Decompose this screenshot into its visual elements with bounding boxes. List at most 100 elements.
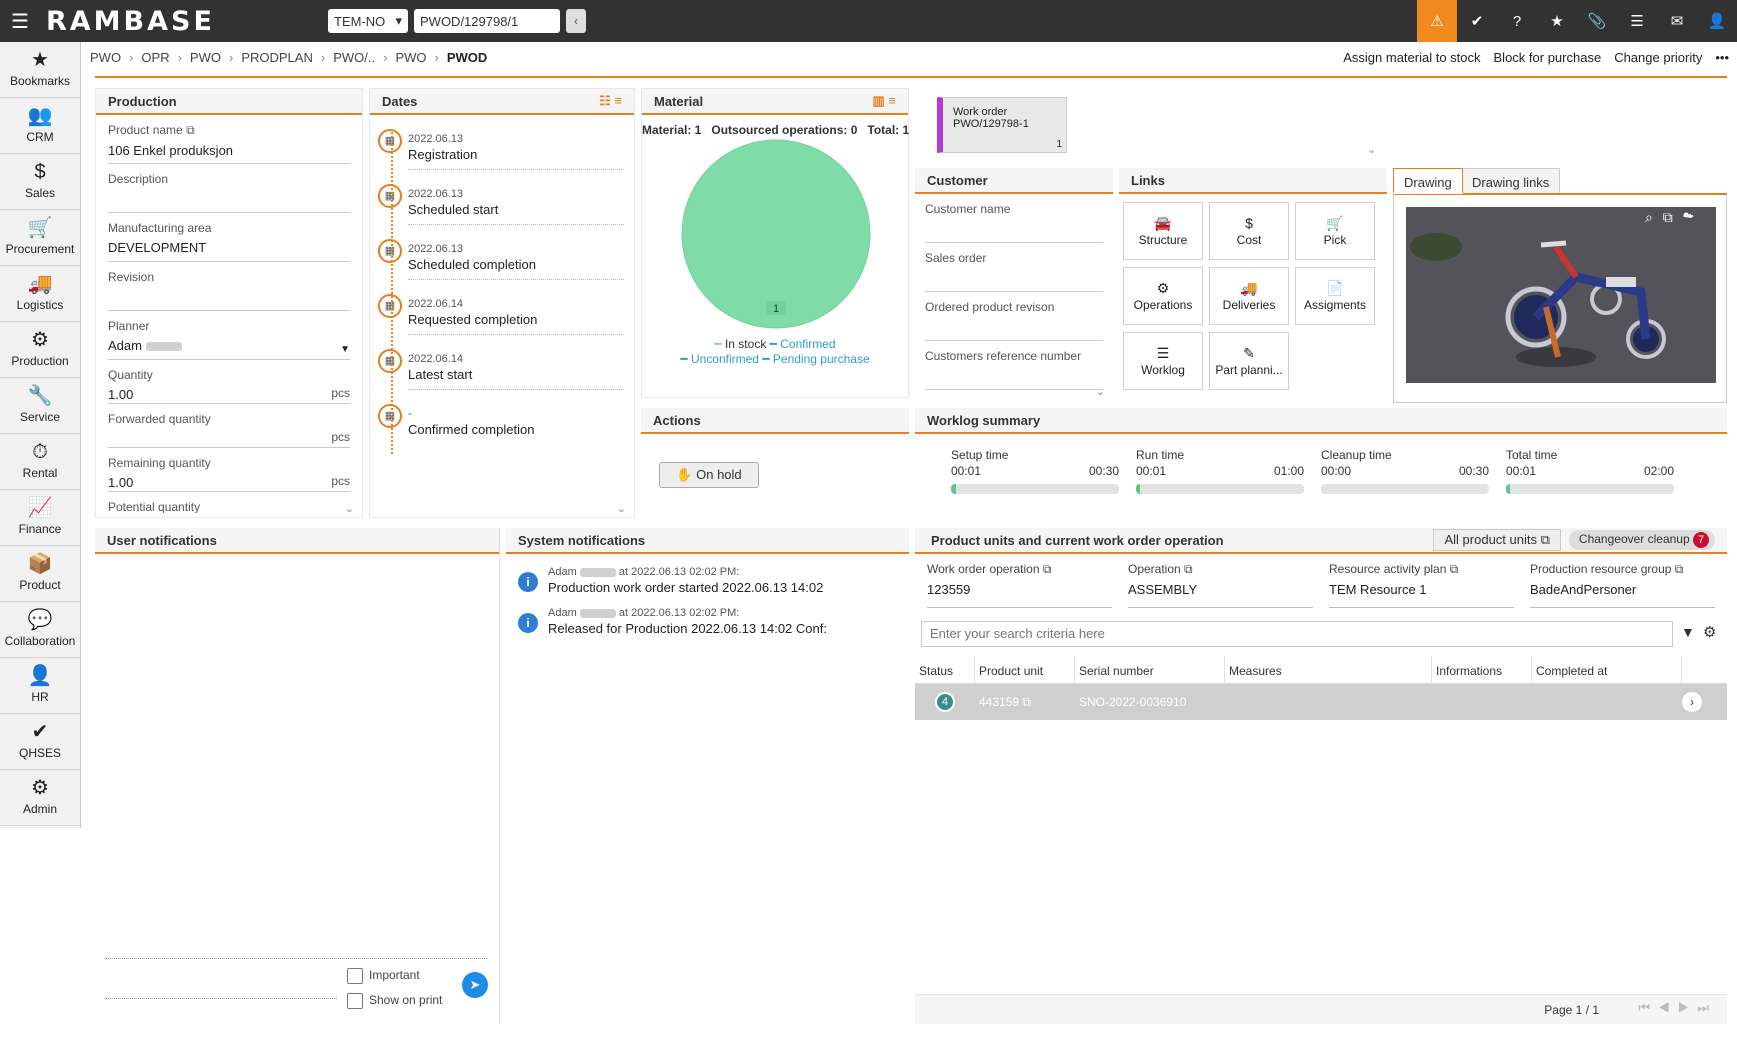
search-input[interactable]: Enter your search criteria here: [921, 621, 1673, 647]
field-remaining-quantity[interactable]: Remaining quantity 1.00 pcs: [108, 448, 350, 492]
company-select[interactable]: TEM-NO ▾: [328, 9, 408, 33]
drawing-image[interactable]: [1406, 207, 1716, 383]
chart-icon[interactable]: ▥ ≡: [873, 93, 896, 109]
on-hold-button[interactable]: ✋ On hold: [659, 462, 759, 488]
sidebar-item-sales[interactable]: $ Sales: [0, 154, 80, 210]
expand-icon[interactable]: ⌄: [1367, 143, 1376, 156]
sidebar-item-service[interactable]: 🔧 Service: [0, 378, 80, 434]
change-priority-button[interactable]: Change priority: [1614, 50, 1702, 65]
first-page-icon[interactable]: ⏮: [1638, 1000, 1658, 1015]
menu-icon[interactable]: ☰: [0, 9, 40, 34]
legend-in-stock[interactable]: In stock: [725, 337, 766, 351]
breadcrumb-item[interactable]: OPR: [141, 50, 169, 65]
checkbox-box[interactable]: [347, 993, 363, 1009]
customer-field[interactable]: Sales order: [925, 243, 1103, 292]
breadcrumb-item[interactable]: PRODPLAN: [241, 50, 313, 65]
message-input[interactable]: [105, 958, 487, 959]
sidebar-item-finance[interactable]: 📈 Finance: [0, 490, 80, 546]
user-icon[interactable]: 👤: [1697, 0, 1737, 42]
prev-page-icon[interactable]: ◀: [1658, 1000, 1678, 1015]
more-icon[interactable]: •••: [1715, 50, 1729, 65]
mail-icon[interactable]: ✉: [1657, 0, 1697, 42]
sidebar-item-production[interactable]: ⚙ Production: [0, 322, 80, 378]
structure-button[interactable]: 🚘 Structure: [1123, 202, 1203, 260]
all-product-units-button[interactable]: All product units ⧉: [1433, 529, 1561, 551]
sidebar-item-logistics[interactable]: 🚚 Logistics: [0, 266, 80, 322]
chevron-right-icon[interactable]: ›: [1682, 692, 1702, 712]
operation-info-field[interactable]: Resource activity plan ⧉ TEM Resource 1: [1329, 562, 1514, 608]
app-logo[interactable]: RAMBASE: [46, 6, 306, 37]
field-revision[interactable]: Revision: [108, 262, 350, 311]
deliveries-button[interactable]: 🚚 Deliveries: [1209, 267, 1289, 325]
operation-info-field[interactable]: Operation ⧉ ASSEMBLY: [1128, 562, 1313, 608]
sidebar-item-qhses[interactable]: ✔ QHSES: [0, 714, 80, 770]
customer-field[interactable]: Customer name: [925, 194, 1103, 243]
field-description[interactable]: Description: [108, 164, 350, 213]
star-icon[interactable]: ★: [1537, 0, 1577, 42]
sidebar-item-bookmarks[interactable]: ★ Bookmarks: [0, 42, 80, 98]
tab-drawing[interactable]: Drawing: [1393, 168, 1463, 194]
operation-info-field[interactable]: Work order operation ⧉ 123559: [927, 562, 1112, 608]
recipient-input[interactable]: [105, 998, 337, 999]
breadcrumb-item[interactable]: PWO: [395, 50, 426, 65]
field-forwarded-quantity[interactable]: Forwarded quantity pcs: [108, 404, 350, 448]
assign-material-button[interactable]: Assign material to stock: [1343, 50, 1480, 65]
block-purchase-button[interactable]: Block for purchase: [1494, 50, 1602, 65]
chevron-down-icon[interactable]: ▼: [340, 344, 350, 355]
sidebar-item-collaboration[interactable]: 💬 Collaboration: [0, 602, 80, 658]
sidebar-item-procurement[interactable]: 🛒 Procurement: [0, 210, 80, 266]
alert-icon[interactable]: ⚠: [1417, 0, 1457, 42]
customer-field[interactable]: Customers reference number: [925, 341, 1103, 390]
changeover-cleanup-button[interactable]: Changeover cleanup 7: [1568, 530, 1715, 550]
breadcrumb-item[interactable]: PWOD: [447, 50, 487, 65]
back-button[interactable]: ‹: [566, 9, 586, 33]
open-external-icon[interactable]: ⧉: [186, 123, 195, 137]
column-header[interactable]: Measures: [1225, 656, 1432, 683]
open-external-icon[interactable]: ⧉: [1450, 562, 1459, 576]
list-icon[interactable]: ☰: [1617, 0, 1657, 42]
sidebar-item-product[interactable]: 📦 Product: [0, 546, 80, 602]
help-icon[interactable]: ?: [1497, 0, 1537, 42]
assigments-button[interactable]: 📄 Assigments: [1295, 267, 1375, 325]
field-product-name[interactable]: Product name ⧉ 106 Enkel produksjon: [108, 115, 350, 164]
filter-icon[interactable]: ▼: [1681, 624, 1695, 640]
part-planni-button[interactable]: ✎ Part planni...: [1209, 332, 1289, 390]
breadcrumb-item[interactable]: PWO/..: [333, 50, 375, 65]
paperclip-icon[interactable]: 📎: [1577, 0, 1617, 42]
next-page-icon[interactable]: ▶: [1678, 1000, 1698, 1015]
customer-field[interactable]: Ordered product revison: [925, 292, 1103, 341]
operation-info-field[interactable]: Production resource group ⧉ BadeAndPerson…: [1530, 562, 1715, 608]
open-external-icon[interactable]: ⧉: [1022, 695, 1031, 709]
field-planner[interactable]: Planner Adam ▼: [108, 311, 350, 360]
legend-unconfirmed[interactable]: Unconfirmed: [691, 352, 759, 366]
send-button[interactable]: ➤: [462, 972, 488, 998]
legend-pending-purchase[interactable]: Pending purchase: [773, 352, 870, 366]
zoom-icon[interactable]: ⌕: [1645, 209, 1663, 225]
cost-button[interactable]: $ Cost: [1209, 202, 1289, 260]
legend-confirmed[interactable]: Confirmed: [780, 337, 835, 351]
tab-drawing-links[interactable]: Drawing links: [1461, 168, 1561, 194]
last-page-icon[interactable]: ⏭: [1697, 1000, 1717, 1015]
scroll-down-icon[interactable]: ⌄: [1096, 385, 1105, 398]
important-checkbox[interactable]: Important: [347, 968, 420, 984]
sidebar-item-crm[interactable]: 👥 CRM: [0, 98, 80, 154]
table-row[interactable]: 4 443159 ⧉ SNO-2022-0036910 ›: [915, 684, 1727, 720]
open-external-icon[interactable]: ⧉: [1184, 562, 1193, 576]
breadcrumb-item[interactable]: PWO: [90, 50, 121, 65]
document-input[interactable]: PWOD/129798/1: [414, 9, 560, 33]
work-order-card[interactable]: Work order PWO/129798-1 1: [937, 97, 1067, 153]
show-on-print-checkbox[interactable]: Show on print: [347, 993, 442, 1009]
field-potential-quantity[interactable]: Potential quantity: [108, 492, 350, 513]
breadcrumb-item[interactable]: PWO: [190, 50, 221, 65]
scroll-down-icon[interactable]: ⌄: [617, 502, 626, 515]
sidebar-item-hr[interactable]: 👤 HR: [0, 658, 80, 714]
worklog-button[interactable]: ☰ Worklog: [1123, 332, 1203, 390]
column-header[interactable]: Completed at: [1532, 656, 1682, 683]
scroll-down-icon[interactable]: ⌄: [345, 502, 354, 515]
field-manufacturing-area[interactable]: Manufacturing area DEVELOPMENT: [108, 213, 350, 262]
operations-button[interactable]: ⚙ Operations: [1123, 267, 1203, 325]
sidebar-item-rental[interactable]: ⏱ Rental: [0, 434, 80, 490]
settings-icon[interactable]: ⚙: [1703, 623, 1716, 641]
download-icon[interactable]: ☁: [1683, 209, 1704, 225]
column-header[interactable]: Informations: [1432, 656, 1532, 683]
